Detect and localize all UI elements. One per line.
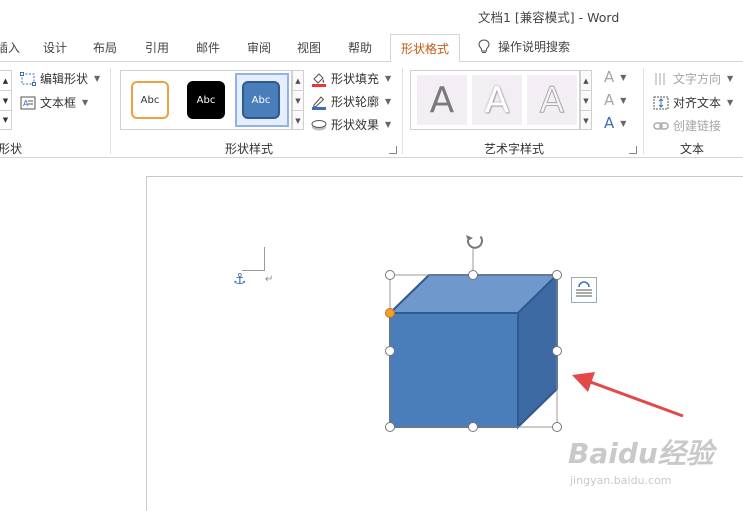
cube-front-face[interactable] <box>389 312 519 428</box>
resize-handle-bottom-right[interactable] <box>552 422 562 432</box>
rotate-handle-icon[interactable] <box>466 235 483 249</box>
resize-handle-right[interactable] <box>552 346 562 356</box>
adjustment-handle[interactable] <box>385 308 395 318</box>
baidu-watermark-url: jingyan.baidu.com <box>570 474 672 487</box>
layout-options-icon <box>576 281 592 297</box>
resize-handle-top-right[interactable] <box>552 270 562 280</box>
resize-handle-top-left[interactable] <box>385 270 395 280</box>
resize-handle-bottom-left[interactable] <box>385 422 395 432</box>
baidu-watermark-logo: Baidu经验 <box>568 437 714 470</box>
resize-handle-bottom[interactable] <box>468 422 478 432</box>
resize-handle-left[interactable] <box>385 346 395 356</box>
resize-handle-top[interactable] <box>468 270 478 280</box>
layout-options-button[interactable] <box>571 277 597 303</box>
red-arrow-annotation <box>572 372 684 418</box>
